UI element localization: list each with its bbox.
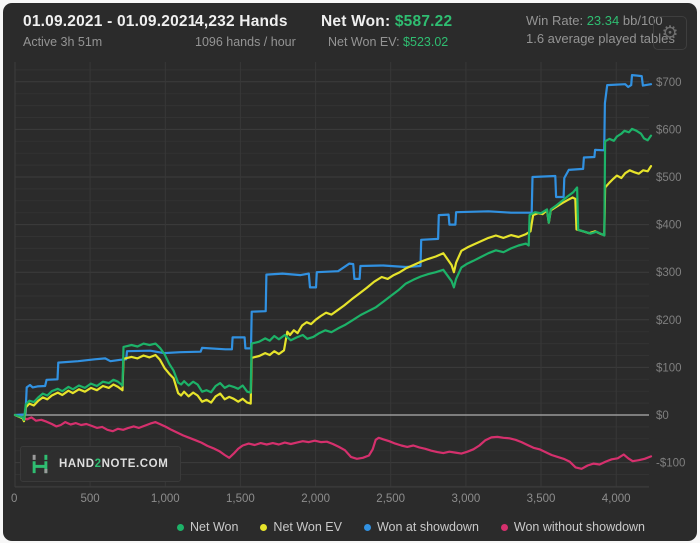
y-axis-tick-label: $300 (656, 267, 682, 279)
legend-dot-icon (260, 523, 268, 531)
legend-item-won-at-showdown[interactable]: Won at showdown (363, 520, 479, 534)
y-axis-tick-label: $0 (656, 410, 669, 422)
legend-label: Won without showdown (513, 520, 645, 534)
hand2note-logo-icon (32, 454, 48, 474)
x-axis-tick-label: 1,500 (226, 493, 255, 505)
hand2note-graph-window: 01.09.2021 - 01.09.2021 Active 3h 51m 4,… (0, 0, 700, 543)
x-axis-tick-label: 2,500 (376, 493, 405, 505)
chart-legend: Net Won Net Won EV Won at showdown Won with… (177, 520, 645, 534)
series-line-won-at-showdown (13, 73, 653, 417)
x-axis-tick-label: 1,000 (151, 493, 180, 505)
graph-panel: 01.09.2021 - 01.09.2021 Active 3h 51m 4,… (3, 3, 697, 541)
y-axis-tick-label: $600 (656, 124, 682, 136)
x-axis-tick-label: 3,000 (452, 493, 481, 505)
x-axis-tick-label: 2,000 (301, 493, 330, 505)
hand2note-logo[interactable]: HAND2NOTE.COM (20, 446, 182, 482)
hand2note-logo-text: HAND2NOTE.COM (59, 458, 169, 470)
legend-dot-icon (363, 523, 371, 531)
legend-item-net-won-ev[interactable]: Net Won EV (260, 520, 342, 534)
legend-item-won-without-showdown[interactable]: Won without showdown (500, 520, 645, 534)
x-axis-tick-label: 4,000 (602, 493, 631, 505)
y-axis-tick-label: $200 (656, 315, 682, 327)
legend-dot-icon (177, 523, 185, 531)
y-axis-tick-label: $100 (656, 362, 682, 374)
y-axis-tick-label: $400 (656, 220, 682, 232)
legend-dot-icon (500, 523, 508, 531)
y-axis-tick-label: $500 (656, 172, 682, 184)
legend-label: Net Won EV (273, 520, 342, 534)
x-axis-tick-label: 3,500 (527, 493, 556, 505)
y-axis-tick-label: -$100 (656, 458, 685, 470)
x-axis-tick-label: 0 (11, 493, 17, 505)
x-axis-tick-label: 500 (81, 493, 100, 505)
legend-label: Net Won (190, 520, 239, 534)
legend-item-net-won[interactable]: Net Won (177, 520, 238, 534)
legend-label: Won at showdown (376, 520, 479, 534)
series-line-net-won (13, 127, 653, 421)
y-axis-tick-label: $700 (656, 77, 682, 89)
